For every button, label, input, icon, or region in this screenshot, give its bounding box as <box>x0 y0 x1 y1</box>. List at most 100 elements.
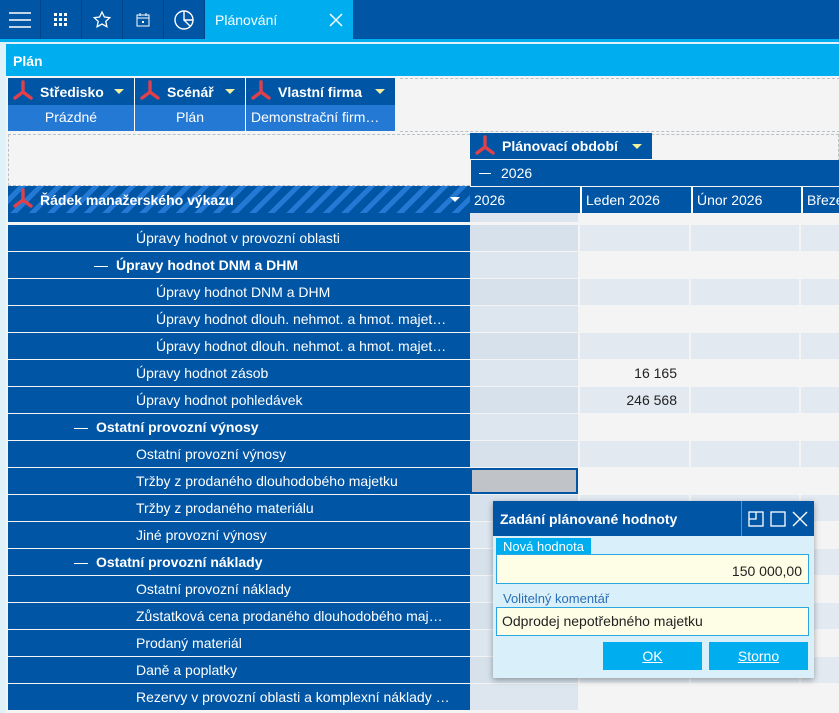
row-label[interactable]: Jiné provozní výnosy <box>8 522 470 548</box>
table-row[interactable]: Rezervy v provozní oblasti a komplexní n… <box>8 684 839 710</box>
value-cell[interactable] <box>580 684 689 710</box>
value-cell[interactable] <box>691 279 799 305</box>
year-group-header[interactable]: 2026 <box>471 160 839 186</box>
apps-button[interactable] <box>41 0 82 39</box>
value-cell[interactable] <box>691 414 799 440</box>
column-header[interactable]: 2026 <box>470 187 580 213</box>
close-icon[interactable] <box>792 511 808 527</box>
tab-planovani[interactable]: Plánování <box>205 0 353 39</box>
table-row[interactable]: Úpravy hodnot DNM a DHM <box>8 279 839 305</box>
value-cell[interactable] <box>470 306 578 332</box>
dropdown-icon[interactable] <box>375 89 385 94</box>
value-cell[interactable] <box>691 252 799 278</box>
row-field-header[interactable]: Řádek manažerského výkazu <box>8 186 470 213</box>
table-row[interactable]: Ostatní provozní výnosy <box>8 414 839 440</box>
collapse-icon[interactable] <box>74 562 88 564</box>
row-label[interactable]: Ostatní provozní náklady <box>8 549 470 575</box>
row-label[interactable]: Úpravy hodnot pohledávek <box>8 387 470 413</box>
value-cell[interactable] <box>801 306 839 332</box>
row-label[interactable]: Ostatní provozní náklady <box>8 576 470 602</box>
value-cell[interactable]: 16 165 <box>580 360 689 386</box>
maximize-icon[interactable] <box>770 510 786 527</box>
filter-stredisko[interactable]: Středisko Prázdné <box>8 78 135 131</box>
value-cell[interactable] <box>470 333 578 359</box>
row-label[interactable]: Úpravy hodnot v provozní oblasti <box>8 225 470 251</box>
value-cell[interactable] <box>470 684 578 710</box>
value-cell[interactable] <box>580 468 689 494</box>
value-cell[interactable] <box>801 279 839 305</box>
ok-button[interactable]: OK <box>603 642 702 670</box>
value-cell[interactable] <box>580 279 689 305</box>
table-row[interactable]: Úpravy hodnot pohledávek 246 568 <box>8 387 839 413</box>
value-cell[interactable] <box>801 468 839 494</box>
value-cell[interactable] <box>470 387 578 413</box>
filter-scenar[interactable]: Scénář Plán <box>135 78 246 131</box>
value-cell[interactable] <box>470 279 578 305</box>
value-cell[interactable] <box>470 360 578 386</box>
table-row[interactable]: Úpravy hodnot v provozní oblasti <box>8 225 839 251</box>
row-label[interactable]: Tržby z prodaného materiálu <box>8 495 470 521</box>
column-header[interactable]: Leden 2026 <box>580 187 691 213</box>
table-row[interactable]: Ostatní provozní výnosy <box>8 441 839 467</box>
row-label[interactable]: Úpravy hodnot zásob <box>8 360 470 386</box>
value-cell[interactable] <box>580 333 689 359</box>
table-row[interactable]: Úpravy hodnot dlouh. nehmot. a hmot. maj… <box>8 333 839 359</box>
row-label[interactable]: Úpravy hodnot DNM a DHM <box>8 252 470 278</box>
cancel-button[interactable]: Storno <box>709 642 808 670</box>
value-cell[interactable] <box>801 387 839 413</box>
value-cell[interactable] <box>580 306 689 332</box>
row-label[interactable]: Úpravy hodnot dlouh. nehmot. a hmot. maj… <box>8 306 470 332</box>
table-row[interactable]: Úpravy hodnot zásob 16 165 <box>8 360 839 386</box>
close-icon[interactable] <box>329 12 343 27</box>
row-label[interactable]: Daně a poplatky <box>8 657 470 683</box>
dropdown-icon[interactable] <box>632 143 642 149</box>
row-label[interactable]: Úpravy hodnot DNM a DHM <box>8 279 470 305</box>
menu-button[interactable] <box>0 0 41 39</box>
row-label[interactable]: Ostatní provozní výnosy <box>8 414 470 440</box>
value-cell[interactable] <box>801 252 839 278</box>
value-cell[interactable] <box>470 225 578 251</box>
dropdown-icon[interactable] <box>450 197 460 202</box>
value-cell[interactable] <box>470 441 578 467</box>
value-cell[interactable] <box>801 360 839 386</box>
collapse-icon[interactable] <box>74 427 88 429</box>
value-cell[interactable] <box>801 333 839 359</box>
reports-button[interactable] <box>164 0 205 39</box>
value-cell[interactable] <box>580 225 689 251</box>
collapse-icon[interactable] <box>479 172 491 174</box>
value-cell[interactable] <box>580 252 689 278</box>
value-cell[interactable] <box>470 414 578 440</box>
new-value-input[interactable]: 150 000,00 <box>496 554 809 584</box>
dropdown-icon[interactable] <box>114 89 124 94</box>
row-label[interactable]: Rezervy v provozní oblasti a komplexní n… <box>8 684 470 710</box>
collapse-icon[interactable] <box>94 265 108 267</box>
value-cell[interactable] <box>691 306 799 332</box>
row-label[interactable]: Tržby z prodaného dlouhodobého majetku <box>8 468 470 494</box>
row-label[interactable]: Ostatní provozní výnosy <box>8 441 470 467</box>
value-cell[interactable] <box>580 414 689 440</box>
table-row[interactable]: Úpravy hodnot DNM a DHM <box>8 252 839 278</box>
table-row[interactable]: Úpravy hodnot dlouh. nehmot. a hmot. maj… <box>8 306 839 332</box>
column-header[interactable]: Únor 2026 <box>691 187 801 213</box>
value-cell[interactable] <box>801 684 839 710</box>
filter-vlastni-firma[interactable]: Vlastní firma Demonstrační firm… <box>246 78 395 131</box>
value-cell[interactable] <box>691 468 799 494</box>
table-row[interactable]: Tržby z prodaného dlouhodobého majetku <box>8 468 839 494</box>
value-cell[interactable] <box>691 333 799 359</box>
value-cell[interactable] <box>470 252 578 278</box>
favorites-button[interactable] <box>82 0 123 39</box>
value-cell[interactable] <box>801 441 839 467</box>
row-label[interactable]: Úpravy hodnot dlouh. nehmot. a hmot. maj… <box>8 333 470 359</box>
dropdown-icon[interactable] <box>225 89 235 94</box>
value-cell[interactable] <box>801 225 839 251</box>
column-field-planovaci-obdobi[interactable]: Plánovací období <box>470 133 652 159</box>
value-cell[interactable] <box>691 684 799 710</box>
row-label[interactable]: Prodaný materiál <box>8 630 470 656</box>
comment-input[interactable]: Odprodej nepotřebného majetku <box>496 607 809 636</box>
value-cell[interactable] <box>470 468 578 494</box>
value-cell[interactable] <box>691 225 799 251</box>
value-cell[interactable]: 246 568 <box>580 387 689 413</box>
column-header[interactable]: Březe <box>801 187 839 213</box>
value-cell[interactable] <box>691 387 799 413</box>
calendar-button[interactable] <box>123 0 164 39</box>
